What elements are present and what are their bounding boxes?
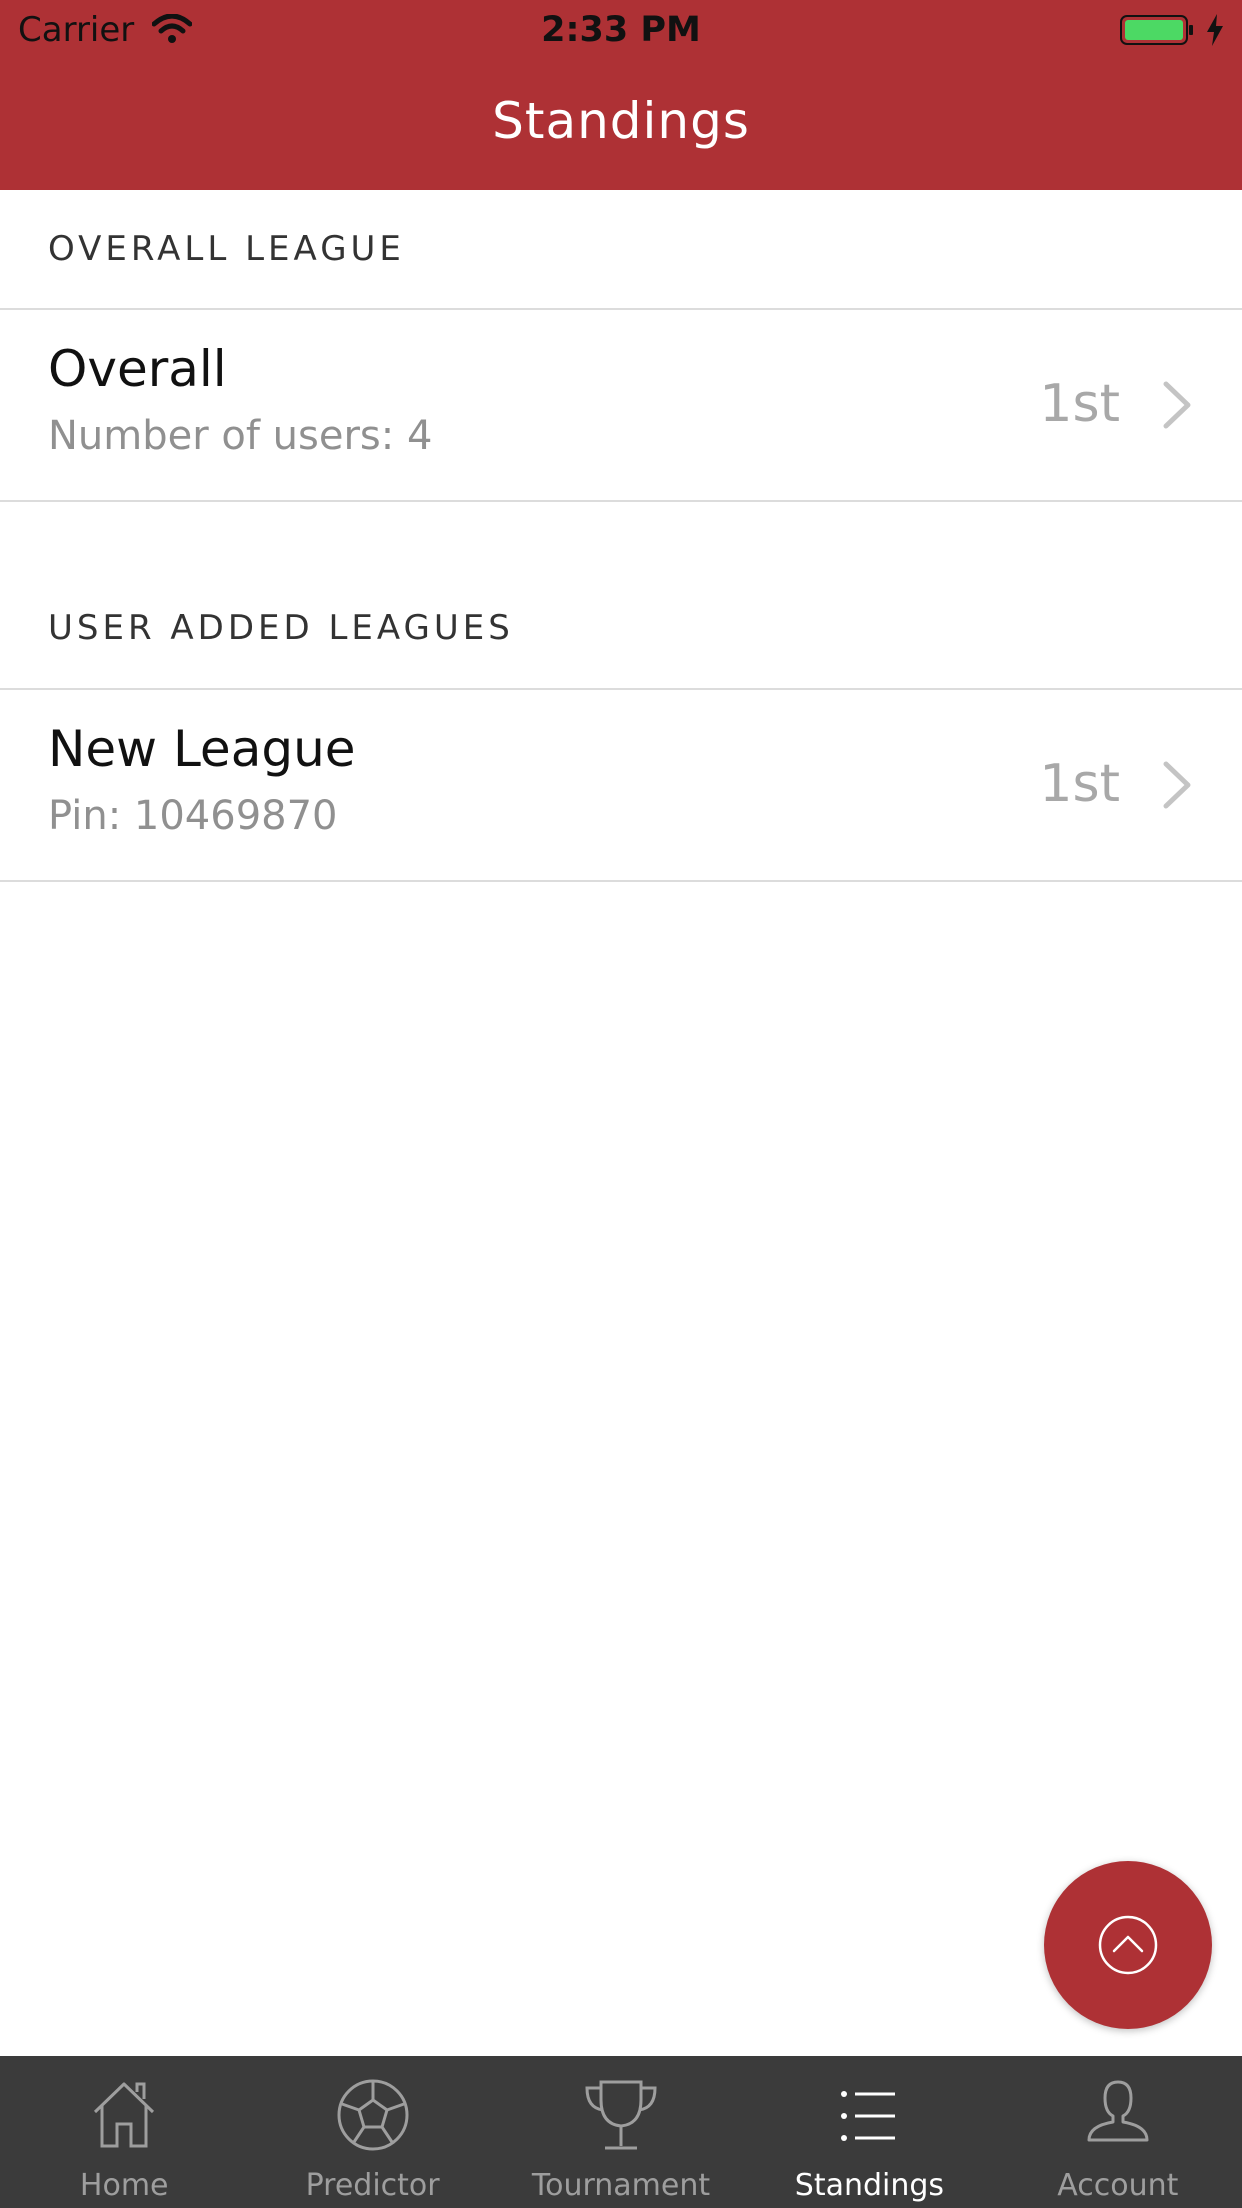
chevron-up-circle-icon	[1098, 1915, 1158, 1975]
league-subtitle: Number of users: 4	[48, 413, 433, 459]
section-header-overall-league: OVERALL LEAGUE	[48, 229, 405, 269]
tab-account[interactable]: Account	[994, 2056, 1242, 2208]
tab-label: Tournament	[531, 2168, 711, 2203]
page-title: Standings	[492, 92, 750, 150]
soccer-ball-icon	[337, 2079, 409, 2151]
tab-label: Standings	[794, 2168, 945, 2203]
league-subtitle: Pin: 10469870	[48, 793, 338, 839]
charging-icon	[1206, 14, 1224, 50]
tab-predictor[interactable]: Predictor	[248, 2056, 496, 2208]
tab-label: Account	[1057, 2168, 1179, 2203]
nav-header: Carrier 2:33 PM Standings	[0, 0, 1242, 190]
list-icon	[841, 2091, 896, 2141]
tab-bar: Home Predictor Tournament Standings Acco…	[0, 2056, 1242, 2208]
divider	[0, 500, 1242, 502]
chevron-right-icon	[1163, 381, 1191, 429]
section-header-user-added-leagues: USER ADDED LEAGUES	[48, 608, 514, 648]
tab-home[interactable]: Home	[0, 2056, 248, 2208]
tab-label: Home	[79, 2168, 169, 2203]
league-rank: 1st	[1039, 374, 1120, 434]
trophy-icon	[585, 2080, 657, 2150]
tab-standings[interactable]: Standings	[745, 2056, 993, 2208]
scroll-up-button[interactable]	[1044, 1861, 1212, 2029]
tab-label: Predictor	[305, 2168, 440, 2203]
league-name: Overall	[48, 340, 227, 398]
status-time: 2:33 PM	[541, 10, 701, 50]
divider	[0, 880, 1242, 882]
user-icon	[1087, 2080, 1149, 2142]
chevron-right-icon	[1163, 761, 1191, 809]
status-bar: Carrier 2:33 PM	[0, 0, 1242, 62]
battery-icon	[1120, 15, 1194, 45]
league-name: New League	[48, 720, 356, 778]
tab-tournament[interactable]: Tournament	[497, 2056, 745, 2208]
home-icon	[94, 2082, 155, 2148]
league-row-overall[interactable]: Overall Number of users: 4 1st	[0, 310, 1242, 500]
league-row-new-league[interactable]: New League Pin: 10469870 1st	[0, 690, 1242, 880]
league-rank: 1st	[1039, 754, 1120, 814]
